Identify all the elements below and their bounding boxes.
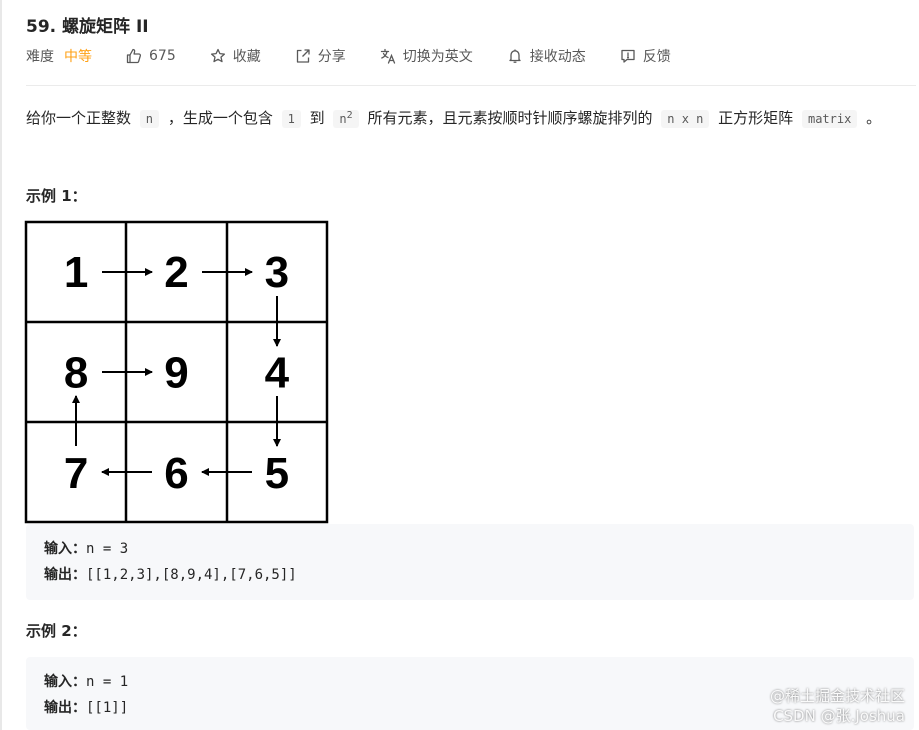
output-label: 输出：	[44, 567, 86, 583]
superscript: 2	[346, 110, 353, 121]
share-label: 分享	[317, 49, 346, 65]
example-1-input: 输入：n = 3	[44, 536, 914, 562]
feedback-icon	[621, 49, 635, 63]
input-label: 输入：	[44, 674, 86, 690]
problem-description: 给你一个正整数 n ，生成一个包含 1 到 n2 所有元素，且元素按顺时针顺序螺…	[26, 103, 916, 132]
matrix-cell-value: 5	[265, 449, 289, 498]
feedback-button[interactable]: 反馈	[620, 46, 671, 66]
thumbs-up-icon	[126, 48, 142, 64]
like-count: 675	[149, 48, 176, 64]
favorite-button[interactable]: 收藏	[210, 46, 261, 66]
output-label: 输出：	[44, 700, 86, 716]
favorite-label: 收藏	[232, 49, 261, 65]
share-icon	[296, 49, 310, 63]
input-value: n = 1	[86, 674, 129, 690]
output-value: [[1,2,3],[8,9,4],[7,6,5]]	[86, 567, 297, 583]
difficulty-label: 难度	[26, 49, 54, 65]
share-button[interactable]: 分享	[295, 46, 346, 66]
inline-code: n2	[333, 110, 359, 128]
matrix-cell-value: 1	[64, 248, 88, 297]
problem-title: 59. 螺旋矩阵 II	[26, 17, 149, 37]
description-text: 。	[866, 109, 882, 127]
difficulty-badge: 中等	[64, 49, 92, 65]
description-text: ，生成一个包含	[167, 109, 273, 127]
matrix-cell-value: 7	[64, 449, 88, 498]
follow-label: 接收动态	[529, 49, 586, 65]
problem-toolbar: 难度 中等 675 收藏 分享 切换为英文 接收动态 反馈	[26, 45, 705, 67]
example-1-code: 输入：n = 3 输出：[[1,2,3],[8,9,4],[7,6,5]]	[26, 524, 914, 600]
matrix-cell-value: 6	[164, 449, 188, 498]
star-icon	[210, 48, 225, 63]
inline-code: n	[139, 110, 160, 128]
translate-icon	[380, 48, 395, 64]
inline-code: n x n	[661, 110, 710, 128]
like-button[interactable]: 675	[126, 48, 176, 64]
matrix-cells: 1 2 3 8 9 4 7 6 5	[64, 248, 290, 498]
example-2-title: 示例 2：	[26, 622, 87, 640]
watermark-line: CSDN @张.Joshua	[773, 707, 905, 725]
example-1-title: 示例 1：	[26, 187, 87, 205]
feedback-label: 反馈	[642, 49, 671, 65]
header-divider	[26, 85, 916, 86]
description-text: 所有元素，且元素按顺时针顺序螺旋排列的	[367, 109, 653, 127]
inline-code: matrix	[801, 110, 858, 128]
bell-icon	[509, 49, 521, 63]
watermark: @稀土掘金技术社区 CSDN @张.Joshua	[770, 686, 905, 726]
code-base: n	[339, 112, 347, 126]
matrix-cell-value: 4	[265, 348, 290, 397]
input-label: 输入：	[44, 541, 86, 557]
description-text: 正方形矩阵	[718, 109, 794, 127]
spiral-matrix-illustration: 1 2 3 8 9 4 7 6 5	[24, 220, 329, 524]
matrix-cell-value: 3	[265, 248, 289, 297]
output-value: [[1]]	[86, 700, 129, 716]
matrix-cell-value: 2	[164, 248, 188, 297]
watermark-line: @稀土掘金技术社区	[769, 687, 905, 705]
description-text: 给你一个正整数	[26, 109, 132, 127]
matrix-cell-value: 9	[164, 348, 188, 397]
matrix-cell-value: 8	[64, 348, 88, 397]
inline-code: 1	[281, 110, 301, 128]
follow-button[interactable]: 接收动态	[507, 46, 586, 66]
example-1-output: 输出：[[1,2,3],[8,9,4],[7,6,5]]	[44, 562, 914, 588]
switch-language-label: 切换为英文	[402, 49, 473, 65]
problem-page: 59. 螺旋矩阵 II 难度 中等 675 收藏 分享 切换为英文 接收动态 反…	[0, 0, 919, 730]
input-value: n = 3	[86, 541, 129, 557]
switch-language-button[interactable]: 切换为英文	[380, 46, 473, 66]
left-border	[0, 0, 2, 730]
description-text: 到	[309, 109, 325, 127]
